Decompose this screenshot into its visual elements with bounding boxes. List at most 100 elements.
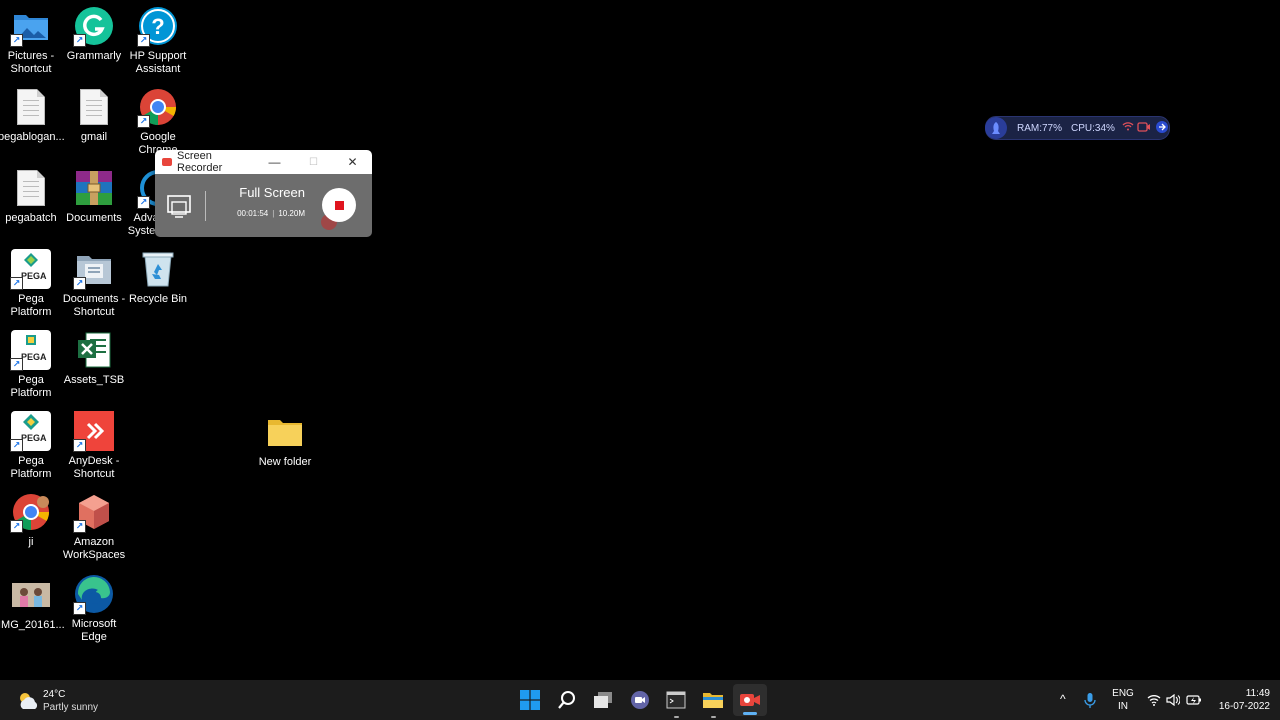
recorder-title-bar[interactable]: Screen Recorder — ☐ ✕ bbox=[155, 150, 372, 174]
partly-sunny-icon bbox=[16, 691, 40, 716]
clock-date: 16-07-2022 bbox=[1218, 701, 1270, 712]
shortcut-arrow-icon: ↗ bbox=[73, 277, 86, 290]
winrar-archive-icon bbox=[74, 168, 114, 208]
clock[interactable]: 11:49 16-07-2022 bbox=[1208, 687, 1270, 713]
desktop-icon-pega-platform-2[interactable]: PEGA ↗ Pega Platform 8.6... bbox=[0, 330, 63, 400]
text-document-icon bbox=[74, 87, 114, 127]
grammarly-icon: ↗ bbox=[73, 6, 114, 47]
show-hidden-icons-button[interactable]: ^ bbox=[1060, 692, 1066, 706]
task-view-button[interactable] bbox=[590, 687, 616, 713]
shortcut-arrow-icon: ↗ bbox=[73, 439, 86, 452]
desktop-icon-gmail[interactable]: gmail bbox=[62, 87, 126, 144]
desktop-icon-pegabatch[interactable]: pegabatch bbox=[0, 168, 63, 225]
desktop-icon-label: Recycle Bin bbox=[128, 293, 188, 305]
desktop-icon-label: Pictures - Shortcut bbox=[7, 50, 55, 75]
desktop-icon-label: pegabatch bbox=[5, 212, 57, 224]
camera-icon bbox=[1137, 121, 1151, 135]
shortcut-arrow-icon: ↗ bbox=[73, 520, 86, 533]
desktop-icon-microsoft-edge[interactable]: ↗ Microsoft Edge bbox=[62, 574, 126, 644]
text-document-icon bbox=[11, 87, 51, 127]
language-indicator[interactable]: ENG IN bbox=[1108, 687, 1138, 713]
desktop-icon-label: Pega Platform 8.6... bbox=[10, 293, 52, 318]
pega-badge: PEGA bbox=[21, 433, 47, 443]
excel-icon bbox=[74, 330, 114, 370]
pega-icon: PEGA ↗ bbox=[10, 330, 51, 371]
capture-area-icon[interactable] bbox=[166, 193, 192, 224]
taskbar: 24°C Partly sunny ^ ENG IN 11:49 16-07-2… bbox=[0, 680, 1280, 720]
task-view-icon bbox=[594, 692, 612, 708]
shortcut-arrow-icon: ↗ bbox=[137, 196, 150, 209]
desktop-icon-pictures-shortcut[interactable]: ↗ Pictures - Shortcut bbox=[0, 6, 63, 76]
pega-badge: PEGA bbox=[21, 271, 47, 281]
rocket-icon[interactable] bbox=[985, 117, 1007, 139]
photo-thumbnail-icon bbox=[11, 575, 51, 615]
desktop-icon-documents-shortcut[interactable]: ↗ Documents - Shortcut bbox=[62, 249, 126, 319]
recycle-bin-icon bbox=[138, 249, 178, 289]
clock-time: 11:49 bbox=[1245, 688, 1270, 699]
desktop-icon-ji[interactable]: ↗ ji bbox=[0, 492, 63, 549]
pega-badge: PEGA bbox=[21, 352, 47, 362]
desktop-icon-new-folder[interactable]: New folder bbox=[253, 412, 317, 469]
anydesk-icon: ↗ bbox=[73, 411, 114, 452]
shortcut-arrow-icon: ↗ bbox=[137, 34, 150, 47]
minimize-button[interactable]: — bbox=[255, 155, 294, 169]
desktop-icon-grammarly[interactable]: ↗ Grammarly bbox=[62, 6, 126, 63]
volume-icon[interactable] bbox=[1166, 693, 1181, 711]
shortcut-arrow-icon: ↗ bbox=[137, 115, 150, 128]
maximize-button[interactable]: ☐ bbox=[294, 157, 333, 168]
recorder-app-icon bbox=[162, 158, 172, 166]
recording-mode: Full Screen bbox=[239, 185, 305, 200]
search-button[interactable] bbox=[554, 687, 580, 713]
documents-folder-icon: ↗ bbox=[73, 249, 114, 290]
stop-recording-button[interactable] bbox=[322, 188, 356, 222]
chat-button[interactable] bbox=[627, 687, 653, 713]
system-monitor-widget[interactable]: RAM:77% CPU:34% bbox=[985, 116, 1170, 140]
shortcut-arrow-icon: ↗ bbox=[10, 277, 23, 290]
cpu-usage: CPU:34% bbox=[1071, 122, 1115, 134]
desktop-icon-img[interactable]: IMG_20161... bbox=[0, 575, 64, 632]
search-icon bbox=[558, 691, 575, 709]
wifi-icon[interactable] bbox=[1147, 693, 1161, 711]
battery-icon[interactable] bbox=[1186, 693, 1202, 711]
desktop-icon-pega-platform-3[interactable]: PEGA ↗ Pega Platform 8.6... bbox=[0, 411, 63, 481]
shortcut-arrow-icon: ↗ bbox=[10, 34, 23, 47]
desktop-icon-documents-archive[interactable]: Documents bbox=[62, 168, 126, 225]
region-code: IN bbox=[1118, 701, 1128, 712]
chrome-profile-icon: ↗ bbox=[10, 492, 51, 533]
wifi-icon bbox=[1122, 122, 1134, 134]
desktop-icon-recycle-bin[interactable]: Recycle Bin bbox=[126, 249, 190, 306]
desktop-icon-pega-platform-1[interactable]: PEGA ↗ Pega Platform 8.6... bbox=[0, 249, 63, 319]
desktop-icon-label: Amazon WorkSpaces bbox=[62, 536, 126, 561]
amazon-workspaces-icon: ↗ bbox=[73, 492, 114, 533]
desktop-icon-assets-tsb[interactable]: Assets_TSB bbox=[62, 330, 126, 387]
shortcut-arrow-icon: ↗ bbox=[10, 439, 23, 452]
taskbar-app-terminal[interactable] bbox=[663, 687, 689, 718]
taskbar-app-screen-recorder[interactable] bbox=[733, 684, 767, 716]
language-code: ENG bbox=[1112, 688, 1134, 699]
pega-icon: PEGA ↗ bbox=[10, 411, 51, 452]
taskbar-app-file-explorer[interactable] bbox=[700, 687, 726, 718]
desktop-icon-label: Grammarly bbox=[66, 50, 122, 62]
desktop-icon-label: HP Support Assistant bbox=[129, 50, 187, 75]
desktop-icon-label: Assets_TSB bbox=[63, 374, 125, 386]
chrome-icon: ↗ bbox=[137, 87, 178, 128]
weather-condition: Partly sunny bbox=[43, 702, 99, 713]
shortcut-arrow-icon: ↗ bbox=[10, 358, 23, 371]
file-explorer-icon bbox=[703, 693, 723, 708]
expand-arrow-icon[interactable] bbox=[1155, 120, 1168, 136]
desktop-icon-label: Documents bbox=[66, 212, 122, 224]
recorder-title: Screen Recorder bbox=[177, 150, 223, 174]
close-button[interactable]: ✕ bbox=[333, 155, 372, 169]
microphone-icon[interactable] bbox=[1084, 692, 1096, 713]
start-button[interactable] bbox=[517, 687, 543, 713]
desktop-icon-amazon-workspaces[interactable]: ↗ Amazon WorkSpaces bbox=[62, 492, 126, 562]
desktop-icon-label: Pega Platform 8.6... bbox=[10, 455, 52, 480]
desktop-icon-anydesk[interactable]: ↗ AnyDesk - Shortcut bbox=[62, 411, 126, 481]
desktop-icon-pegablogan[interactable]: pegablogan... bbox=[0, 87, 64, 144]
screen-recorder-window[interactable]: Screen Recorder — ☐ ✕ Full Screen 00:01:… bbox=[155, 150, 372, 237]
desktop-icon-hp-support[interactable]: ? ↗ HP Support Assistant bbox=[126, 6, 190, 76]
desktop-icon-label: AnyDesk - Shortcut bbox=[68, 455, 120, 480]
desktop-icon-google-chrome[interactable]: ↗ Google Chrome bbox=[126, 87, 190, 157]
pictures-folder-icon: ↗ bbox=[10, 6, 51, 47]
shortcut-arrow-icon: ↗ bbox=[73, 602, 86, 615]
